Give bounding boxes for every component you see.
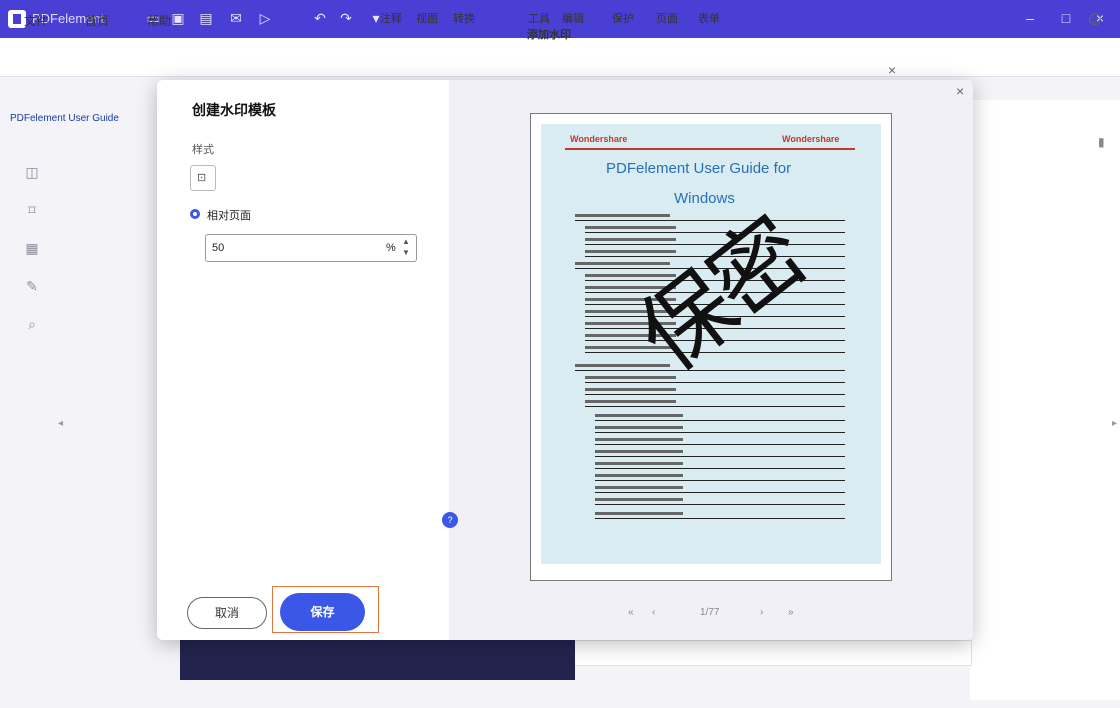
- collapse-right-icon[interactable]: ▸: [1112, 418, 1117, 429]
- toc-entry-text: [575, 364, 670, 367]
- tab-view[interactable]: 视图: [416, 10, 438, 26]
- toc-entry-rule: [595, 504, 845, 505]
- toc-entry-text: [595, 498, 683, 501]
- toc-entry-text: [585, 250, 676, 253]
- collapse-left-icon[interactable]: ◂: [58, 418, 63, 429]
- account-icon[interactable]: ☺: [1082, 6, 1108, 32]
- toc-entry-rule: [585, 394, 845, 395]
- toc-entry-text: [585, 376, 676, 379]
- attachment-icon[interactable]: ✎: [22, 276, 42, 296]
- toc-entry-rule: [585, 382, 845, 383]
- tab-comment[interactable]: 注释: [380, 10, 402, 26]
- menu-help[interactable]: 帮助: [147, 12, 171, 29]
- toc-entry-text: [585, 400, 676, 403]
- scale-unit: %: [386, 242, 396, 254]
- toc-entry-rule: [595, 518, 845, 519]
- bookmark-icon[interactable]: ⌑: [22, 200, 42, 220]
- toc-entry-text: [595, 414, 683, 417]
- toc-entry-text: [595, 512, 683, 515]
- save-icon[interactable]: ▣: [170, 10, 186, 26]
- toc-entry-text: [585, 226, 676, 229]
- page-indicator: 1/77: [700, 607, 720, 618]
- relative-page-label: 相对页面: [207, 210, 251, 222]
- tools-subtitle: 添加水印: [527, 29, 571, 41]
- spinner-icon[interactable]: ▲ ▼: [402, 236, 410, 258]
- tab-form[interactable]: 表单: [698, 10, 720, 26]
- document-canvas: [970, 100, 1120, 700]
- toc-entry-text: [595, 462, 683, 465]
- mail-icon[interactable]: ✉: [228, 10, 244, 26]
- toc-entry-rule: [585, 406, 845, 407]
- dialog-close-icon[interactable]: ×: [956, 83, 964, 99]
- breadcrumb[interactable]: PDFelement User Guide: [10, 113, 119, 124]
- style-label: 样式: [192, 144, 214, 156]
- toc-entry-text: [595, 426, 683, 429]
- toc-entry-text: [585, 388, 676, 391]
- tab-page[interactable]: 页面: [656, 10, 678, 26]
- dialog-settings-panel: [157, 80, 449, 640]
- undo-icon[interactable]: ↶: [312, 10, 328, 26]
- play-icon[interactable]: ▷: [257, 10, 273, 26]
- toc-entry-rule: [575, 220, 845, 221]
- menu-file[interactable]: 文件: [24, 12, 48, 29]
- first-page-button[interactable]: «: [628, 607, 634, 618]
- toc-entry-text: [575, 262, 670, 265]
- doc-logo-left: Wondershare: [570, 134, 628, 144]
- dialog-title: 创建水印模板: [192, 102, 276, 118]
- tab-tools[interactable]: 工具: [528, 10, 550, 26]
- toc-entry-rule: [595, 480, 845, 481]
- menu-home[interactable]: 首页: [85, 12, 109, 29]
- cancel-button[interactable]: 取消: [187, 597, 267, 629]
- relative-page-radio[interactable]: [190, 209, 200, 219]
- search-icon[interactable]: ⌕: [22, 314, 42, 334]
- minimize-icon[interactable]: –: [1020, 8, 1040, 28]
- redo-icon[interactable]: ↷: [338, 10, 354, 26]
- doc-header-rule: [565, 148, 855, 150]
- doc-title-line1: PDFelement User Guide for: [606, 160, 792, 177]
- maximize-icon[interactable]: □: [1056, 8, 1076, 28]
- next-page-button[interactable]: ›: [760, 607, 763, 618]
- comment-icon[interactable]: ▦: [22, 238, 42, 258]
- toc-entry-text: [575, 214, 670, 217]
- toc-entry-rule: [595, 432, 845, 433]
- style-frame-icon: ⊡: [197, 172, 207, 184]
- toc-entry-text: [595, 474, 683, 477]
- prev-page-button[interactable]: ‹: [652, 607, 655, 618]
- toc-entry-rule: [595, 444, 845, 445]
- doc-title-line2: Windows: [674, 190, 735, 207]
- tab-protect[interactable]: 保护: [612, 10, 634, 26]
- tab-convert[interactable]: 转换: [453, 10, 475, 26]
- toc-entry-text: [595, 438, 683, 441]
- toc-entry-text: [595, 486, 683, 489]
- close-icon[interactable]: ×: [888, 62, 896, 78]
- toc-entry-rule: [595, 456, 845, 457]
- print-icon[interactable]: ▤: [198, 10, 214, 26]
- doc-logo-right: Wondershare: [782, 134, 840, 144]
- help-icon[interactable]: ?: [442, 512, 458, 528]
- toc-entry-text: [595, 450, 683, 453]
- scrollbar-handle[interactable]: ▮: [1098, 135, 1106, 153]
- scale-value: 50: [212, 242, 225, 254]
- document-footer-band: [180, 640, 575, 680]
- last-page-button[interactable]: »: [788, 607, 794, 618]
- toc-entry-rule: [595, 420, 845, 421]
- toc-entry-rule: [595, 468, 845, 469]
- thumbnail-icon[interactable]: ◫: [22, 162, 42, 182]
- toc-entry-text: [585, 238, 676, 241]
- toc-entry-rule: [595, 492, 845, 493]
- tab-edit[interactable]: 编辑: [562, 10, 584, 26]
- menu-bar: [0, 38, 1120, 77]
- save-button[interactable]: 保存: [280, 593, 365, 631]
